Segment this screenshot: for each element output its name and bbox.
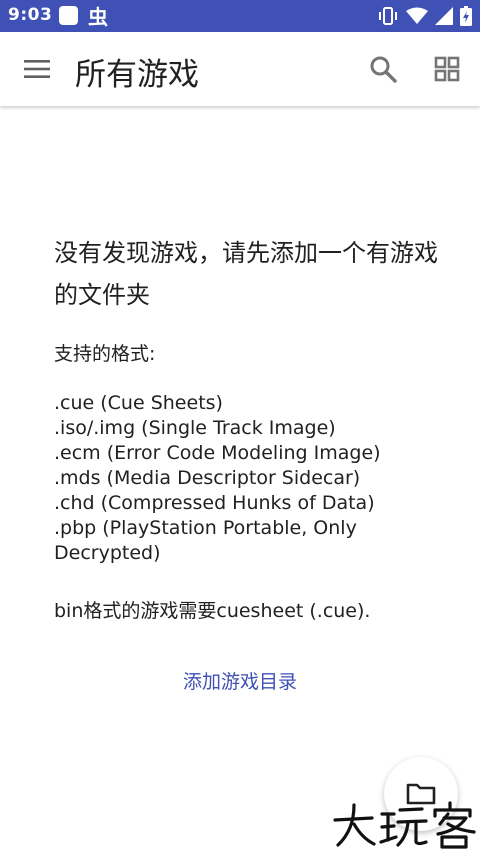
page-title: 所有游戏: [75, 57, 199, 93]
menu-icon[interactable]: [20, 57, 54, 81]
signal-icon: [435, 7, 453, 25]
empty-state-content: 没有发现游戏，请先添加一个有游戏的文件夹 支持的格式: .cue (Cue Sh…: [0, 106, 480, 853]
status-bar: 9:03 虫: [0, 0, 480, 32]
status-time: 9:03: [8, 5, 53, 25]
add-game-directory-button[interactable]: 添加游戏目录: [0, 667, 480, 694]
bug-icon: 虫: [88, 5, 108, 28]
format-item: .ecm (Error Code Modeling Image): [54, 442, 381, 464]
svg-text:虫: 虫: [88, 5, 108, 28]
format-item: .pbp (PlayStation Portable, Only Decrypt…: [54, 517, 357, 564]
vibrate-icon: [379, 7, 397, 25]
format-item: .cue (Cue Sheets): [54, 392, 223, 414]
wifi-icon: [406, 7, 428, 24]
search-icon[interactable]: [368, 54, 398, 84]
format-item: .iso/.img (Single Track Image): [54, 417, 336, 439]
notification-square-icon: [59, 6, 78, 25]
bin-format-note: bin格式的游戏需要cuesheet (.cue).: [54, 600, 371, 622]
formats-heading: 支持的格式:: [54, 343, 156, 365]
watermark-logo: [333, 801, 476, 849]
app-bar: 所有游戏: [0, 32, 480, 106]
format-list: .cue (Cue Sheets) .iso/.img (Single Trac…: [54, 391, 454, 566]
battery-icon: [460, 6, 472, 26]
format-item: .chd (Compressed Hunks of Data): [54, 492, 375, 514]
grid-view-icon[interactable]: [432, 54, 462, 84]
format-item: .mds (Media Descriptor Sidecar): [54, 467, 361, 489]
empty-state-title: 没有发现游戏，请先添加一个有游戏的文件夹: [54, 239, 438, 309]
status-icons: [377, 6, 472, 26]
